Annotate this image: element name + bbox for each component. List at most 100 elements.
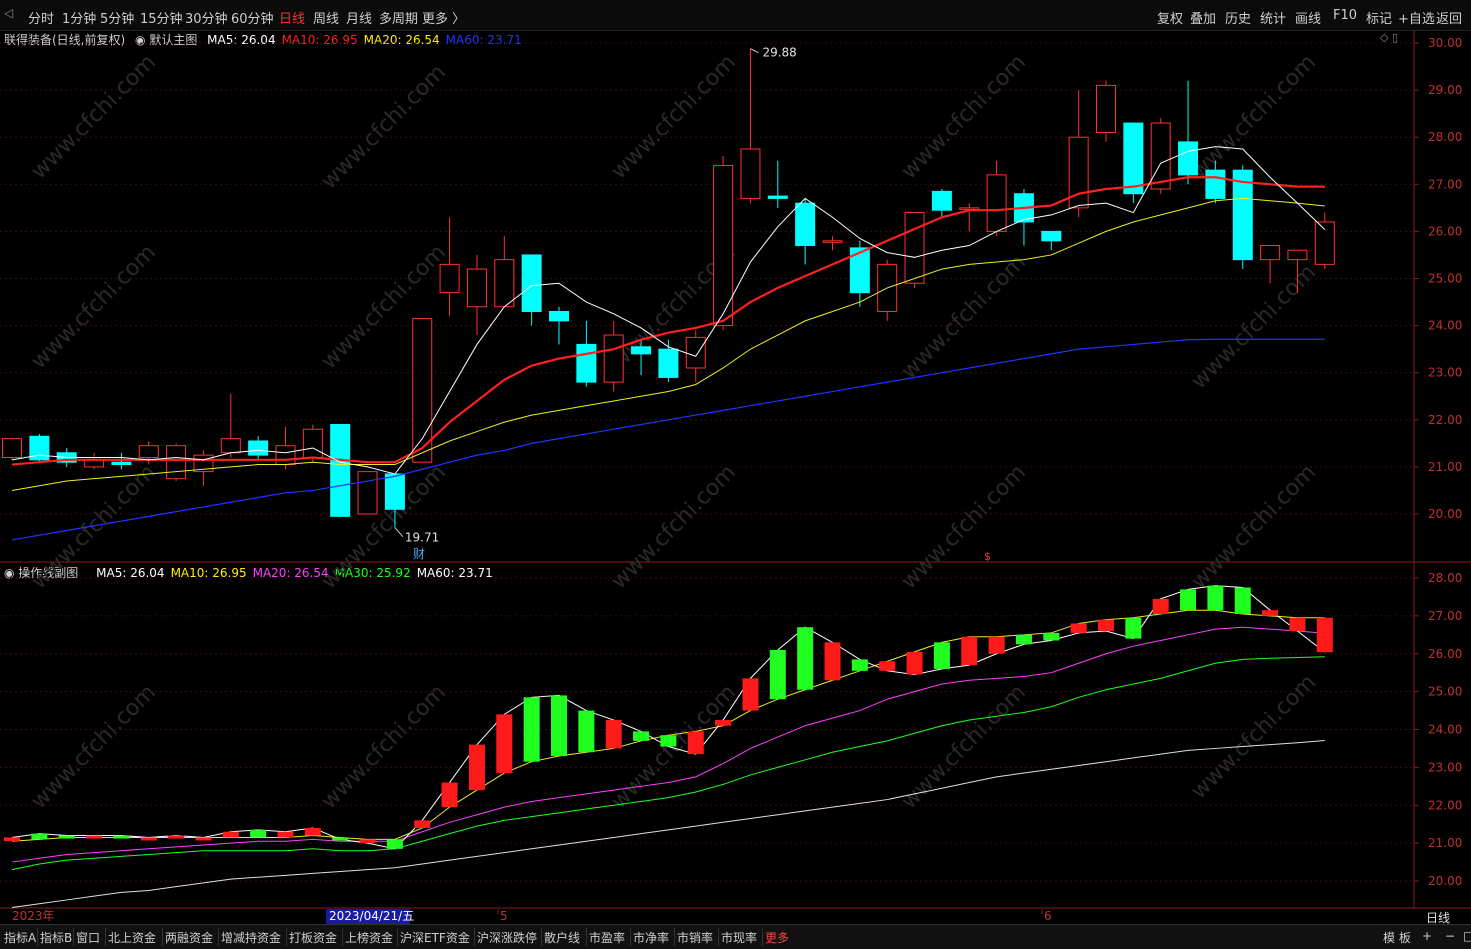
op-bar[interactable] <box>58 835 75 839</box>
indicator-tab-3[interactable]: 北上资金 <box>108 929 156 946</box>
op-bar[interactable] <box>414 820 431 828</box>
op-bar[interactable] <box>1262 610 1279 616</box>
op-bar[interactable] <box>168 835 185 839</box>
candle-body[interactable] <box>439 263 460 294</box>
op-bar[interactable] <box>1070 623 1087 633</box>
candle-body[interactable] <box>795 202 816 247</box>
op-bar[interactable] <box>441 782 458 808</box>
op-bar[interactable] <box>31 833 48 840</box>
op-bar[interactable] <box>304 827 321 836</box>
op-bar[interactable] <box>1125 617 1142 639</box>
indicator-tab-10[interactable]: 散户线 <box>544 929 580 946</box>
candle-body[interactable] <box>330 424 351 517</box>
tab-2[interactable]: 5分钟 <box>100 8 134 27</box>
candle-body[interactable] <box>275 445 296 466</box>
op-bar[interactable] <box>332 837 349 841</box>
indicator-tab-1[interactable]: 指标B <box>40 929 72 946</box>
collapse-arrow-icon[interactable]: ◁ <box>4 6 13 20</box>
candle-body[interactable] <box>357 471 378 515</box>
op-bar[interactable] <box>879 661 896 671</box>
dividend-marker[interactable]: $ <box>984 550 991 563</box>
toolbar-button-5[interactable]: F10 <box>1333 8 1357 23</box>
candle-body[interactable] <box>576 343 597 383</box>
op-bar[interactable] <box>824 642 841 681</box>
indicator-tab-0[interactable]: 指标A <box>4 929 36 946</box>
indicator-tab-14[interactable]: 市现率 <box>721 929 757 946</box>
op-bar[interactable] <box>1180 589 1197 611</box>
op-bar[interactable] <box>222 831 239 838</box>
op-bar[interactable] <box>933 642 950 669</box>
op-bar[interactable] <box>961 636 978 666</box>
toolbar-button-6[interactable]: 标记 <box>1366 8 1392 27</box>
op-bar[interactable] <box>523 697 540 762</box>
op-bar[interactable] <box>1316 617 1333 653</box>
op-bar[interactable] <box>1289 617 1306 632</box>
tab-8[interactable]: 月线 <box>346 8 372 27</box>
indicator-tab-15[interactable]: 更多 <box>765 929 789 946</box>
candle-body[interactable] <box>111 461 132 466</box>
candle-body[interactable] <box>904 212 925 284</box>
indicator-tab-7[interactable]: 上榜资金 <box>345 929 393 946</box>
toolbar-button-3[interactable]: 统计 <box>1260 8 1286 27</box>
candle-body[interactable] <box>1314 221 1335 265</box>
indicator-tab-5[interactable]: 增减持资金 <box>221 929 281 946</box>
op-bar[interactable] <box>496 714 513 774</box>
op-bar[interactable] <box>86 835 103 839</box>
op-bar[interactable] <box>988 636 1005 654</box>
op-bar[interactable] <box>277 831 294 838</box>
toolbar-button-0[interactable]: 复权 <box>1157 8 1183 27</box>
indicator-tab-9[interactable]: 沪深涨跌停 <box>477 929 537 946</box>
op-bar[interactable] <box>1098 619 1114 632</box>
candle-body[interactable] <box>2 438 22 458</box>
toolbar-button-1[interactable]: 叠加 <box>1190 8 1216 27</box>
indicator-tab-8[interactable]: 沪深ETF资金 <box>400 929 470 946</box>
indicator-tab-2[interactable]: 窗口 <box>76 929 100 946</box>
candle-body[interactable] <box>1123 122 1144 195</box>
candle-body[interactable] <box>631 346 652 355</box>
candle-body[interactable] <box>1205 169 1226 199</box>
op-bar[interactable] <box>386 839 403 849</box>
indicator-tab-6[interactable]: 打板资金 <box>289 929 337 946</box>
candle-body[interactable] <box>384 473 405 510</box>
toolbar-button-7[interactable]: +自选 <box>1398 8 1435 27</box>
tab-9[interactable]: 多周期 <box>379 8 418 27</box>
toolbar-button-2[interactable]: 历史 <box>1225 8 1251 27</box>
op-bar[interactable] <box>797 627 814 690</box>
candle-body[interactable] <box>1096 84 1116 133</box>
tab-6[interactable]: 日线 <box>279 8 305 27</box>
candle-body[interactable] <box>466 268 487 308</box>
op-bar[interactable] <box>468 744 485 791</box>
tab-1[interactable]: 1分钟 <box>62 8 96 27</box>
op-bar[interactable] <box>715 720 732 726</box>
tab-0[interactable]: 分时 <box>28 8 54 27</box>
candle-body[interactable] <box>138 445 159 458</box>
op-bar[interactable] <box>113 835 130 839</box>
op-bar[interactable] <box>906 651 923 675</box>
candle-body[interactable] <box>248 440 269 456</box>
candle-body[interactable] <box>658 348 679 378</box>
candle-body[interactable] <box>1260 245 1281 261</box>
candle-body[interactable] <box>220 438 241 454</box>
tab-4[interactable]: 30分钟 <box>185 8 228 27</box>
finance-marker[interactable]: 财 <box>413 547 425 561</box>
op-bar[interactable] <box>4 837 20 842</box>
op-bar[interactable] <box>769 649 786 700</box>
op-bar[interactable] <box>687 731 704 755</box>
candle-body[interactable] <box>302 428 323 458</box>
indicator-tab-13[interactable]: 市销率 <box>677 929 713 946</box>
tab-5[interactable]: 60分钟 <box>231 8 274 27</box>
op-bar[interactable] <box>1015 634 1032 645</box>
candle-body[interactable] <box>822 240 843 243</box>
op-bar[interactable] <box>1043 632 1060 641</box>
candle-body[interactable] <box>685 336 706 369</box>
op-bar[interactable] <box>195 837 212 841</box>
op-bar[interactable] <box>633 731 650 741</box>
candle-body[interactable] <box>549 310 569 322</box>
tab-10[interactable]: 更多 〉 <box>422 8 465 27</box>
candle-body[interactable] <box>494 259 515 308</box>
candle-body[interactable] <box>1178 141 1199 176</box>
indicator-tab-12[interactable]: 市净率 <box>633 929 669 946</box>
op-bar[interactable] <box>1207 585 1224 611</box>
bottom-control-3[interactable]: □ <box>1463 929 1471 943</box>
candle-body[interactable] <box>521 254 542 312</box>
